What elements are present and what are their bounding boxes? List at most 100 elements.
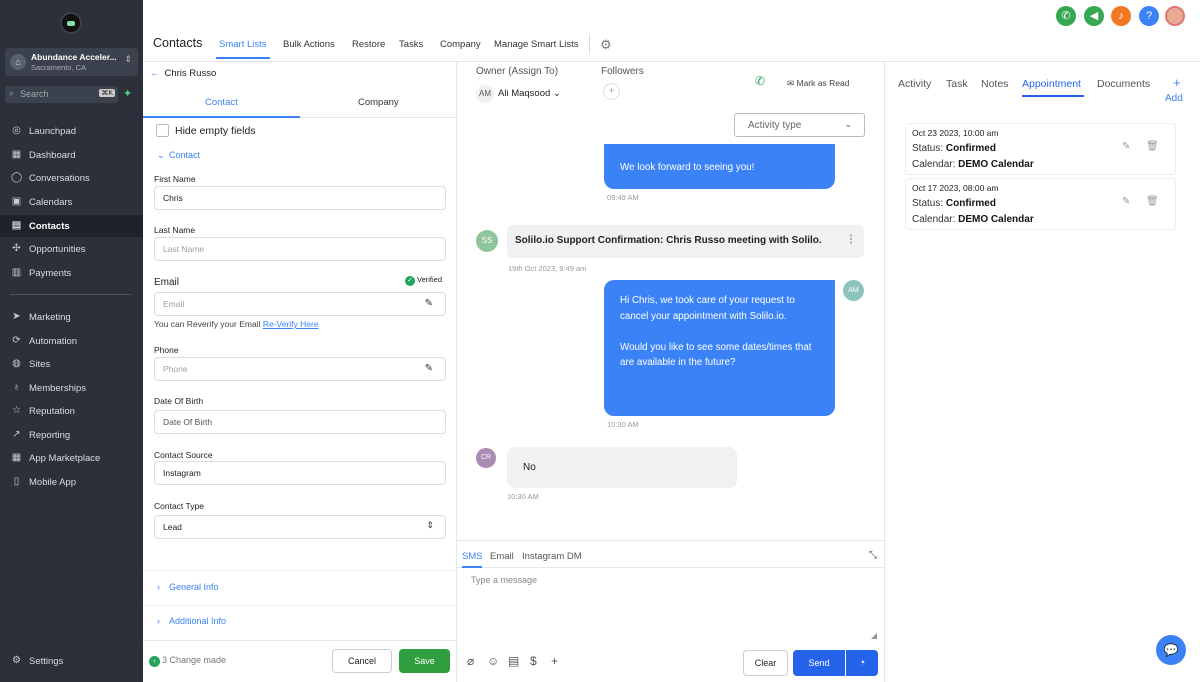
email-notification[interactable]: Solilo.io Support Confirmation: Chris Ru… [507,225,864,258]
reverify-link[interactable]: Re-Verify Here [263,319,319,329]
clear-button[interactable]: Clear [743,650,788,676]
plus-icon[interactable]: + [551,654,558,668]
sidebar-item-label: Dashboard [29,150,76,161]
sidebar-item-mobile-app[interactable]: ▯ Mobile App [0,471,143,493]
edit-icon[interactable]: ✎ [1122,196,1130,207]
undo-icon[interactable]: ‹ [149,656,160,667]
sidebar-item-reputation[interactable]: ☆ Reputation [0,400,143,422]
account-switcher[interactable]: ⌂ Abundance Acceler... Sacramento, CA ⇕ [5,48,138,76]
mark-as-read-button[interactable]: ✉ Mark as Read [787,78,849,89]
tab-contact[interactable]: Contact [205,97,238,108]
tab-underline [143,116,300,118]
sidebar-item-label: Sites [29,359,51,370]
dob-field[interactable]: Date Of Birth [154,410,446,434]
sidebar-item-app-marketplace[interactable]: ▦ App Marketplace [0,447,143,469]
sidebar-item-contacts[interactable]: ▤ Contacts [0,215,143,237]
activity-type-select[interactable]: Activity type ⌄ [734,113,865,137]
tab-restore[interactable]: Restore [352,39,385,50]
bell-icon[interactable]: ♪ [1111,6,1131,26]
tab-underline [462,566,482,568]
tab-documents[interactable]: Documents [1097,78,1150,90]
sidebar-item-automation[interactable]: ⟳ Automation [0,330,143,352]
tab-tasks[interactable]: Tasks [399,39,423,50]
sidebar-item-settings[interactable]: ⚙ Settings [0,650,143,672]
first-name-field[interactable]: Chris [154,186,446,210]
tab-instagram-dm[interactable]: Instagram DM [522,551,582,562]
section-contact-toggle[interactable]: ⌄ Contact [157,150,200,161]
chat-support-icon[interactable]: 💬 [1156,635,1186,665]
back-button[interactable]: ← Chris Russo [150,68,216,79]
send-icon: ➤ [12,311,21,322]
trash-icon[interactable]: 🗑 [1146,196,1159,207]
trash-icon[interactable]: 🗑 [1146,141,1159,152]
tab-manage-smart-lists[interactable]: Manage Smart Lists [494,39,578,50]
appointment-card[interactable]: Oct 23 2023, 10:00 am Status: Confirmed … [905,123,1176,175]
sidebar-item-label: Mobile App [29,477,77,488]
collapse-icon[interactable]: ⤡ [869,550,877,561]
sidebar-item-sites[interactable]: ◍ Sites [0,353,143,375]
tab-smart-lists[interactable]: Smart Lists [216,39,270,59]
add-icon[interactable]: + [1173,75,1181,90]
tab-notes[interactable]: Notes [981,78,1008,90]
schedule-icon[interactable]: ◔ [846,650,878,676]
app-logo-icon[interactable] [60,12,82,34]
sidebar-item-conversations[interactable]: ◯ Conversations [0,167,143,189]
phone-icon[interactable]: ✆ [755,74,765,88]
sidebar-item-opportunities[interactable]: ✣ Opportunities [0,238,143,260]
sidebar-item-launchpad[interactable]: ◎ Launchpad [0,120,143,142]
contact-source-field[interactable]: Instagram [154,461,446,485]
appointment-card[interactable]: Oct 17 2023, 08:00 am Status: Confirmed … [905,178,1176,230]
section-additional-toggle[interactable]: › Additional Info [157,616,226,626]
hide-empty-checkbox[interactable] [156,124,169,137]
star-icon: ☆ [12,405,21,416]
dollar-icon[interactable]: $ [530,654,537,668]
changes-text: 3 Change made [162,655,227,665]
help-icon[interactable]: ? [1139,6,1159,26]
tab-task[interactable]: Task [946,78,968,90]
pencil-icon[interactable]: ✎ [425,363,433,374]
tab-bulk-actions[interactable]: Bulk Actions [283,39,335,50]
add-follower-button[interactable]: + [603,83,620,100]
avatar[interactable] [1165,6,1185,26]
tab-appointment[interactable]: Appointment [1022,78,1081,90]
tab-sms[interactable]: SMS [462,551,483,562]
last-name-field[interactable]: Last Name [154,237,446,261]
save-button[interactable]: Save [399,649,450,673]
template-icon[interactable]: ▤ [508,654,519,668]
tab-activity[interactable]: Activity [898,78,931,90]
emoji-icon[interactable]: ☺ [487,654,499,668]
cancel-button[interactable]: Cancel [332,649,392,673]
section-label: General Info [169,582,219,592]
megaphone-icon[interactable]: ◀ [1084,6,1104,26]
tab-email[interactable]: Email [490,551,514,562]
sidebar-item-reporting[interactable]: ↗ Reporting [0,424,143,446]
resize-handle-icon[interactable]: ◢ [871,631,877,640]
sidebar-item-dashboard[interactable]: ▦ Dashboard [0,144,143,166]
sidebar-item-payments[interactable]: ▥ Payments [0,262,143,284]
more-icon[interactable]: ⋮ [846,234,856,245]
gear-icon[interactable]: ⚙ [600,37,612,53]
chevron-right-icon: › [157,616,160,626]
add-appointment-button[interactable]: Add [1165,93,1183,104]
sidebar-item-marketing[interactable]: ➤ Marketing [0,306,143,328]
appointment-status: Status: Confirmed [912,198,996,209]
phone-field[interactable]: Phone ✎ [154,357,446,381]
owner-select[interactable]: AM Ali Maqsood ⌄ [476,85,561,103]
sidebar-item-label: App Marketplace [29,453,101,464]
message-input[interactable]: Type a message [471,575,537,585]
section-general-toggle[interactable]: › General Info [157,582,219,592]
send-button[interactable]: Send [793,650,845,676]
pencil-icon[interactable]: ✎ [425,298,433,309]
phone-call-icon[interactable]: ✆ [1056,6,1076,26]
tab-company[interactable]: Company [358,97,399,108]
sidebar-item-calendars[interactable]: ▣ Calendars [0,191,143,213]
search-input[interactable]: ⌕ Search ⌘K [5,86,118,103]
contact-type-select[interactable]: Lead ⇕ [154,515,446,539]
email-field[interactable]: Email ✎ [154,292,446,316]
chevron-right-icon: › [157,582,160,592]
sidebar-item-memberships[interactable]: ♁ Memberships [0,377,143,399]
attachment-icon[interactable]: ⌀ [467,654,474,668]
tab-company[interactable]: Company [440,39,481,50]
sparkle-icon[interactable]: ✦ [123,87,132,100]
edit-icon[interactable]: ✎ [1122,141,1130,152]
